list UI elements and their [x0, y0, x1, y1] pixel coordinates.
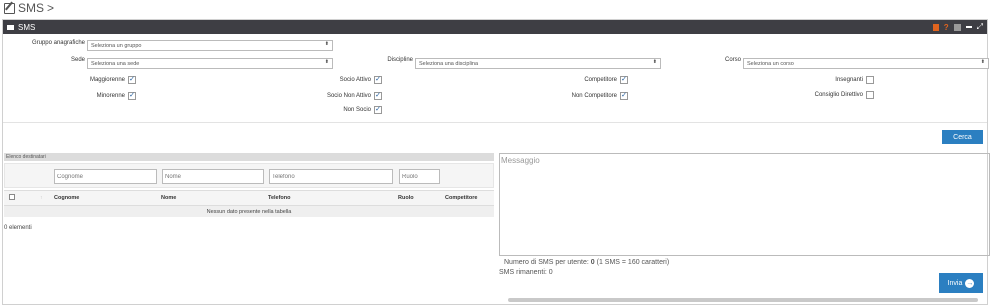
sms-per-user-suffix: (1 SMS = 160 caratteri) [594, 259, 670, 266]
discipline-select[interactable]: Seleziona una disciplina ⬍ [415, 58, 661, 69]
send-button[interactable]: Invia → [939, 273, 983, 293]
envelope-icon [7, 24, 14, 30]
select-all-checkbox[interactable] [9, 194, 15, 200]
portlet-title: SMS [18, 22, 36, 32]
insegnanti-checkbox[interactable] [866, 76, 874, 84]
message-textarea[interactable]: Messaggio [499, 153, 990, 256]
portlet-header: SMS ? ⤢ [3, 20, 987, 34]
corso-label: Corso [724, 57, 741, 63]
socio-attivo-checkbox[interactable]: ✓ [374, 76, 382, 84]
insegnanti-label: Insegnanti [835, 77, 863, 83]
search-button[interactable]: Cerca [942, 130, 983, 144]
sort-icon[interactable]: ↑ [40, 195, 43, 201]
column-ruolo[interactable]: Ruolo [398, 195, 414, 201]
sms-remaining-info: SMS rimanenti: 0 [499, 269, 553, 276]
sms-remaining-label: SMS rimanenti: [499, 269, 549, 276]
table-filter-row [4, 163, 494, 188]
non-competitore-checkbox[interactable]: ✓ [620, 92, 628, 100]
settings-icon[interactable] [953, 23, 961, 31]
recipients-table: Elenco destinatari ↑ Cognome Nome Telefo… [4, 153, 494, 220]
maggiorenne-checkbox[interactable]: ✓ [128, 76, 136, 84]
help-icon[interactable]: ? [944, 23, 949, 32]
horizontal-scrollbar[interactable] [508, 298, 978, 302]
gruppo-label: Gruppo anagrafiche [31, 40, 85, 46]
socio-non-attivo-label: Socio Non Attivo [326, 93, 371, 99]
gruppo-select[interactable]: Seleziona un gruppo ⬍ [87, 40, 333, 51]
socio-attivo-label: Socio Attivo [339, 77, 371, 83]
non-socio-checkbox[interactable]: ✓ [374, 106, 382, 114]
select-arrows-icon: ⬍ [324, 41, 329, 47]
select-arrows-icon: ⬍ [652, 59, 657, 65]
breadcrumb: SMS > [4, 0, 54, 16]
telefono-filter-input[interactable] [269, 169, 393, 184]
minorenne-label: Minorenne [96, 93, 125, 99]
gruppo-value: Seleziona un gruppo [91, 42, 142, 49]
socio-non-attivo-checkbox[interactable]: ✓ [374, 92, 382, 100]
select-arrows-icon: ⬍ [980, 59, 985, 65]
sms-per-user-info: Numero di SMS per utente: 0 (1 SMS = 160… [504, 259, 669, 266]
edit-icon [4, 2, 15, 14]
column-competitore[interactable]: Competitore [445, 195, 477, 201]
corso-value: Seleziona un corso [747, 60, 794, 67]
sede-value: Seleziona una sede [91, 60, 140, 67]
sms-remaining-value: 0 [548, 269, 553, 276]
book-icon[interactable] [932, 23, 939, 31]
empty-table-message: Nessun dato presente nella tabella [4, 206, 494, 217]
table-header-row: ↑ Cognome Nome Telefono Ruolo Competitor… [4, 190, 494, 206]
column-cognome[interactable]: Cognome [54, 195, 79, 201]
breadcrumb-title[interactable]: SMS [18, 1, 44, 15]
portlet-tools: ? ⤢ [932, 22, 983, 32]
breadcrumb-separator: > [47, 1, 55, 15]
maggiorenne-label: Maggiorenne [89, 77, 125, 83]
non-socio-label: Non Socio [343, 107, 371, 113]
minorenne-checkbox[interactable]: ✓ [128, 92, 136, 100]
sede-select[interactable]: Seleziona una sede ⬍ [87, 58, 333, 69]
consiglio-direttivo-label: Consiglio Direttivo [814, 92, 863, 98]
send-label: Invia [947, 279, 963, 287]
element-count: 0 elementi [4, 225, 32, 231]
discipline-value: Seleziona una disciplina [419, 60, 479, 67]
table-title: Elenco destinatari [4, 153, 494, 161]
arrow-right-icon: → [965, 278, 975, 288]
column-telefono[interactable]: Telefono [268, 195, 291, 201]
sms-per-user-prefix: Numero di SMS per utente: [504, 259, 591, 266]
non-competitore-label: Non Competitore [571, 93, 617, 99]
corso-select[interactable]: Seleziona un corso ⬍ [743, 58, 989, 69]
fullscreen-icon[interactable]: ⤢ [977, 22, 983, 32]
divider [3, 122, 987, 123]
sms-portlet: SMS ? ⤢ Gruppo anagrafiche Seleziona un … [2, 19, 990, 305]
competitore-checkbox[interactable]: ✓ [620, 76, 628, 84]
discipline-label: Discipline [387, 57, 413, 63]
nome-filter-input[interactable] [162, 169, 264, 184]
consiglio-direttivo-checkbox[interactable] [866, 91, 874, 99]
column-nome[interactable]: Nome [161, 195, 176, 201]
select-arrows-icon: ⬍ [324, 59, 329, 65]
sede-label: Sede [70, 57, 85, 63]
collapse-icon[interactable] [965, 26, 972, 28]
competitore-label: Competitore [584, 77, 617, 83]
ruolo-filter-input[interactable] [399, 169, 440, 184]
cognome-filter-input[interactable] [54, 169, 157, 184]
